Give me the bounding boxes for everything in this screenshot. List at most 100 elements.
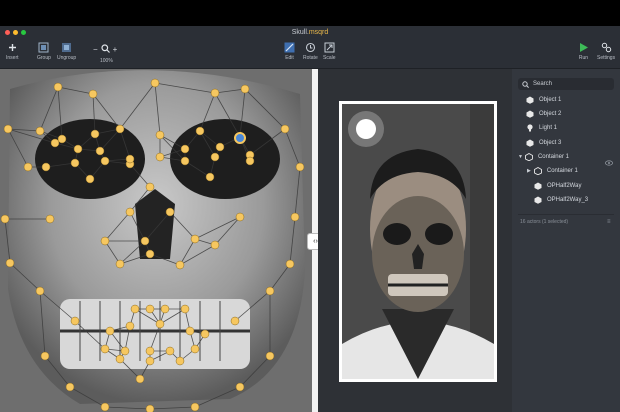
mesh-control-point[interactable] [210,240,220,250]
scene-item-object-3[interactable]: Object 3 [526,139,561,147]
mesh-control-point[interactable] [295,162,305,172]
mesh-control-point[interactable] [210,152,220,162]
mesh-control-point[interactable] [165,207,175,217]
settings-button[interactable]: Settings [597,42,615,61]
mesh-control-point[interactable] [100,236,110,246]
mesh-control-point[interactable] [190,344,200,354]
mesh-control-point[interactable] [53,82,63,92]
mesh-control-point[interactable] [45,214,55,224]
mesh-control-point[interactable] [5,258,15,268]
mesh-control-point[interactable] [130,304,140,314]
mesh-control-point[interactable] [105,326,115,336]
group-button[interactable]: Group [37,42,51,61]
scene-item-container-1-child[interactable]: ▶ Container 1 [527,167,578,175]
mesh-control-point[interactable] [155,319,165,329]
mesh-control-point[interactable] [145,346,155,356]
run-button[interactable]: Run [578,42,589,61]
scene-item-object-1[interactable]: Object 1 [526,96,561,104]
minimize-window-button[interactable] [13,30,18,35]
mesh-control-point[interactable] [35,286,45,296]
mesh-control-point[interactable] [35,126,45,136]
mesh-control-point[interactable] [290,212,300,222]
scene-item-ophalf2way-3[interactable]: OPHalf2Way_3 [534,196,588,204]
texture-editor-canvas[interactable] [0,69,312,412]
mesh-control-point[interactable] [285,259,295,269]
mesh-control-point[interactable] [41,162,51,172]
mesh-control-point[interactable] [140,236,150,246]
mesh-control-point[interactable] [195,126,205,136]
mesh-control-point[interactable] [150,78,160,88]
mesh-control-point[interactable] [185,326,195,336]
mesh-control-point[interactable] [175,356,185,366]
scene-item-object-2[interactable]: Object 2 [526,110,561,118]
scene-item-light-1[interactable]: Light 1 [526,124,557,132]
mesh-control-point[interactable] [215,142,225,152]
mesh-control-point[interactable] [95,146,105,156]
zoom-window-button[interactable] [21,30,26,35]
mesh-control-point[interactable] [145,304,155,314]
mesh-control-point[interactable] [0,214,10,224]
eye-icon[interactable] [605,153,613,171]
ungroup-button[interactable]: Ungroup [57,42,76,61]
mesh-control-point[interactable] [280,124,290,134]
mesh-control-point[interactable] [235,382,245,392]
mesh-control-point[interactable] [70,158,80,168]
edit-button[interactable]: Edit [284,42,295,61]
mesh-control-point[interactable] [50,138,60,148]
mesh-control-point[interactable] [235,212,245,222]
mesh-control-point[interactable] [120,346,130,356]
zoom-in-button[interactable]: + [113,45,118,54]
mesh-control-point[interactable] [155,130,165,140]
mesh-control-point[interactable] [145,404,155,412]
mesh-control-point[interactable] [240,84,250,94]
mesh-control-point[interactable] [190,234,200,244]
mesh-control-point[interactable] [100,156,110,166]
mesh-control-point[interactable] [90,129,100,139]
mesh-control-point[interactable] [125,321,135,331]
mesh-control-point[interactable] [180,156,190,166]
mesh-control-point[interactable] [145,182,155,192]
mesh-control-point[interactable] [115,259,125,269]
chevron-down-icon[interactable]: ▼ [518,154,523,160]
mesh-control-point[interactable] [200,329,210,339]
search-field[interactable]: Search [518,78,614,90]
mesh-control-point[interactable] [115,354,125,364]
list-options-icon[interactable]: ≡ [607,219,611,225]
rotate-button[interactable]: Rotate [303,42,318,61]
mesh-control-point[interactable] [145,356,155,366]
zoom-out-button[interactable]: − [93,45,98,54]
scene-item-container-1[interactable]: ▼ Container 1 [518,153,569,161]
mesh-control-point[interactable] [40,351,50,361]
insert-button[interactable]: Insert [6,42,19,61]
mesh-control-point[interactable] [180,144,190,154]
mesh-control-point[interactable] [100,402,110,412]
mesh-control-point[interactable] [155,152,165,162]
mesh-control-point[interactable] [73,144,83,154]
mesh-control-point[interactable] [245,156,255,166]
mesh-control-point[interactable] [70,316,80,326]
mesh-control-point[interactable] [265,286,275,296]
scale-button[interactable]: Scale [323,42,336,61]
mesh-control-point[interactable] [125,207,135,217]
mesh-control-point[interactable] [85,174,95,184]
mesh-control-point[interactable] [3,124,13,134]
mesh-control-point[interactable] [145,249,155,259]
selected-mesh-point[interactable] [234,132,246,144]
mesh-control-point[interactable] [100,344,110,354]
mesh-control-point[interactable] [125,154,135,164]
close-window-button[interactable] [5,30,10,35]
mesh-control-point[interactable] [160,304,170,314]
mesh-control-point[interactable] [57,134,67,144]
chevron-right-icon[interactable]: ▶ [527,168,531,174]
mesh-control-point[interactable] [265,351,275,361]
mesh-control-point[interactable] [190,402,200,412]
mesh-control-point[interactable] [165,346,175,356]
mesh-control-point[interactable] [205,172,215,182]
mesh-control-point[interactable] [88,89,98,99]
scene-item-ophalf2way[interactable]: OPHalf2Way [534,182,581,190]
mesh-control-point[interactable] [175,260,185,270]
mesh-control-point[interactable] [230,316,240,326]
mesh-control-point[interactable] [210,88,220,98]
mesh-control-point[interactable] [65,382,75,392]
mesh-control-point[interactable] [135,374,145,384]
